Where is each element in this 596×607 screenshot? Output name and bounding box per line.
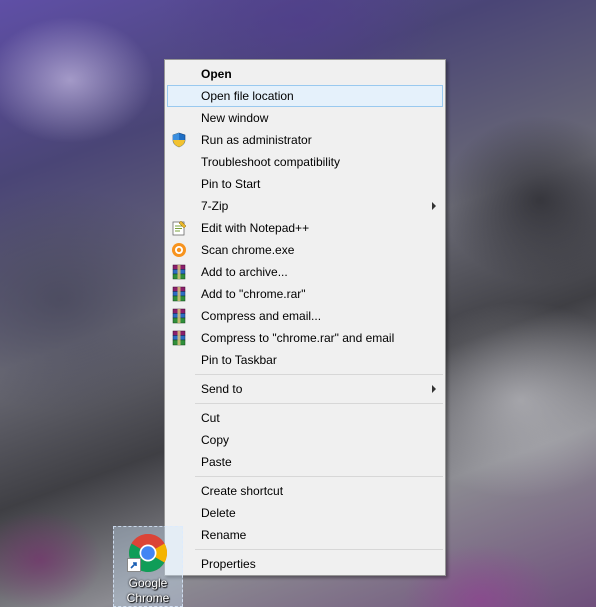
submenu-arrow-icon [432, 385, 436, 393]
menu-item-label: Paste [201, 455, 232, 469]
menu-item-troubleshoot-compatibility[interactable]: Troubleshoot compatibility [167, 151, 443, 173]
menu-item-open-file-location[interactable]: Open file location [167, 85, 443, 107]
menu-item-compress-to-chrome-rar-and-email[interactable]: Compress to "chrome.rar" and email [167, 327, 443, 349]
menu-item-label: Open [201, 67, 232, 81]
menu-item-paste[interactable]: Paste [167, 451, 443, 473]
menu-item-add-to-chrome-rar[interactable]: Add to "chrome.rar" [167, 283, 443, 305]
menu-separator [195, 403, 443, 404]
menu-item-label: Edit with Notepad++ [201, 221, 310, 235]
menu-item-edit-with-notepad-plus-plus[interactable]: Edit with Notepad++ [167, 217, 443, 239]
menu-item-label: Add to "chrome.rar" [201, 287, 306, 301]
desktop-icon-label-line1: Google [128, 576, 168, 590]
winrar-icon [172, 286, 186, 302]
menu-item-label: Run as administrator [201, 133, 312, 147]
menu-item-label: Cut [201, 411, 220, 425]
menu-item-label: 7-Zip [201, 199, 229, 213]
desktop-icon-label-line2: Chrome [126, 591, 170, 605]
submenu-arrow-icon [432, 202, 436, 210]
menu-item-label: Send to [201, 382, 243, 396]
menu-item-label: Create shortcut [201, 484, 284, 498]
menu-item-open[interactable]: Open [167, 63, 443, 85]
desktop-shortcut-google-chrome[interactable]: Google Chrome [113, 526, 183, 607]
shortcut-arrow-icon [127, 558, 141, 572]
menu-item-label: Delete [201, 506, 236, 520]
menu-item-label: Compress to "chrome.rar" and email [201, 331, 395, 345]
notepad-plus-plus-icon [172, 220, 187, 236]
desktop-icon-label: Google Chrome [114, 576, 182, 606]
winrar-icon [172, 330, 186, 346]
menu-item-copy[interactable]: Copy [167, 429, 443, 451]
menu-item-label: Copy [201, 433, 230, 447]
menu-item-new-window[interactable]: New window [167, 107, 443, 129]
menu-item-label: Troubleshoot compatibility [201, 155, 340, 169]
menu-separator [195, 374, 443, 375]
menu-separator [195, 549, 443, 550]
menu-item-pin-to-start[interactable]: Pin to Start [167, 173, 443, 195]
menu-item-pin-to-taskbar[interactable]: Pin to Taskbar [167, 349, 443, 371]
menu-item-7zip[interactable]: 7-Zip [167, 195, 443, 217]
menu-item-send-to[interactable]: Send to [167, 378, 443, 400]
winrar-icon [172, 308, 186, 324]
desktop: Open Open file location New window Run a… [0, 0, 596, 607]
menu-item-scan-chrome-exe[interactable]: Scan chrome.exe [167, 239, 443, 261]
menu-item-label: Open file location [201, 89, 294, 103]
menu-item-label: New window [201, 111, 269, 125]
menu-item-label: Add to archive... [201, 265, 288, 279]
avast-icon [172, 243, 186, 257]
menu-item-run-as-administrator[interactable]: Run as administrator [167, 129, 443, 151]
menu-item-label: Pin to Taskbar [201, 353, 277, 367]
menu-item-label: Pin to Start [201, 177, 261, 191]
menu-item-properties[interactable]: Properties [167, 553, 443, 575]
menu-item-add-to-archive[interactable]: Add to archive... [167, 261, 443, 283]
menu-item-rename[interactable]: Rename [167, 524, 443, 546]
winrar-icon [172, 264, 186, 280]
menu-item-delete[interactable]: Delete [167, 502, 443, 524]
menu-item-create-shortcut[interactable]: Create shortcut [167, 480, 443, 502]
context-menu: Open Open file location New window Run a… [164, 59, 446, 576]
menu-item-compress-and-email[interactable]: Compress and email... [167, 305, 443, 327]
menu-item-label: Scan chrome.exe [201, 243, 295, 257]
menu-separator [195, 476, 443, 477]
menu-item-label: Rename [201, 528, 247, 542]
menu-item-cut[interactable]: Cut [167, 407, 443, 429]
menu-item-label: Compress and email... [201, 309, 322, 323]
shield-icon [172, 132, 186, 148]
menu-item-label: Properties [201, 557, 256, 571]
